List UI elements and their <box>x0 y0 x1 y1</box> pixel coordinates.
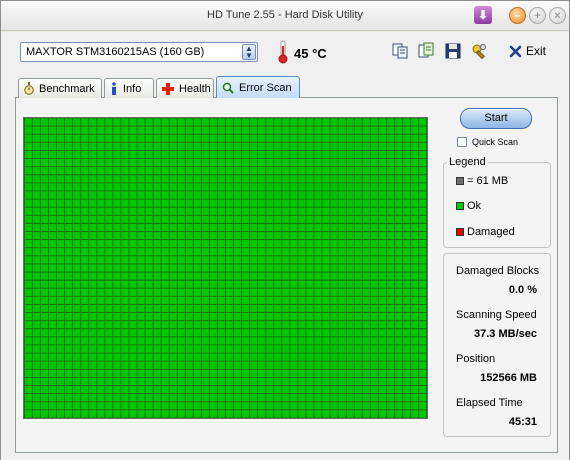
tab-benchmark[interactable]: Benchmark <box>18 78 102 98</box>
legend-ok-label: Ok <box>467 200 482 212</box>
tab-info-label: Info <box>123 82 142 95</box>
drive-select-value: MAXTOR STM3160215AS (160 GB) <box>26 46 205 58</box>
start-button[interactable]: Start <box>460 108 532 129</box>
exit-button[interactable]: Exit <box>509 44 546 58</box>
magnifier-icon <box>222 82 234 94</box>
stopwatch-icon <box>24 81 34 95</box>
legend-title: Legend <box>447 156 488 168</box>
tab-benchmark-label: Benchmark <box>39 82 95 95</box>
tab-health-label: Health <box>179 82 211 95</box>
legend-ok: Ok <box>456 200 481 212</box>
scanning-speed-label: Scanning Speed <box>456 309 537 321</box>
thermometer-icon <box>278 40 288 64</box>
close-x-icon <box>509 45 522 57</box>
legend-block-size: = 61 MB <box>456 175 508 187</box>
info-icon <box>112 81 116 95</box>
tab-health[interactable]: Health <box>156 78 214 98</box>
error-scan-block-map <box>23 117 428 419</box>
copy-icon[interactable] <box>391 42 409 60</box>
chevron-updown-icon[interactable]: ▲ ▼ <box>242 44 256 60</box>
ok-swatch <box>456 202 464 210</box>
copy-all-icon[interactable] <box>417 42 435 60</box>
drive-select[interactable]: MAXTOR STM3160215AS (160 GB) ▲ ▼ <box>20 42 258 62</box>
block-swatch <box>456 177 464 185</box>
options-wrench-icon[interactable] <box>470 42 488 60</box>
elapsed-time-label: Elapsed Time <box>456 397 523 409</box>
app-menu-icon[interactable]: ⬇ <box>474 6 492 24</box>
damaged-swatch <box>456 228 464 236</box>
position-label: Position <box>456 353 496 365</box>
maximize-button[interactable]: + <box>529 7 546 24</box>
legend-damaged-label: Damaged <box>467 226 515 238</box>
position-value: 152566 MB <box>480 372 537 384</box>
scanning-speed-value: 37.3 MB/sec <box>474 328 537 340</box>
quick-scan-checkbox[interactable] <box>457 137 467 147</box>
save-icon[interactable] <box>444 42 462 60</box>
title-bar: HD Tune 2.55 - Hard Disk Utility ⬇ – + × <box>1 1 569 31</box>
app-window: HD Tune 2.55 - Hard Disk Utility ⬇ – + ×… <box>0 0 570 460</box>
tab-error-scan-label: Error Scan <box>239 81 292 94</box>
damaged-blocks-value: 0.0 % <box>508 284 537 296</box>
tab-info[interactable]: Info <box>104 78 154 98</box>
quick-scan-option[interactable]: Quick Scan <box>457 137 518 147</box>
exit-label: Exit <box>526 44 547 58</box>
close-button[interactable]: × <box>549 7 566 24</box>
elapsed-time-value: 45:31 <box>508 416 537 428</box>
temperature-value: 45 °C <box>294 46 327 61</box>
legend-block-size-label: = 61 MB <box>467 175 509 187</box>
health-cross-icon <box>162 82 174 95</box>
tab-error-scan[interactable]: Error Scan <box>216 76 300 98</box>
scan-statistics-group <box>443 253 551 437</box>
damaged-blocks-label: Damaged Blocks <box>456 265 540 277</box>
minimize-button[interactable]: – <box>509 7 526 24</box>
quick-scan-label: Quick Scan <box>472 137 519 147</box>
legend-damaged: Damaged <box>456 226 515 238</box>
